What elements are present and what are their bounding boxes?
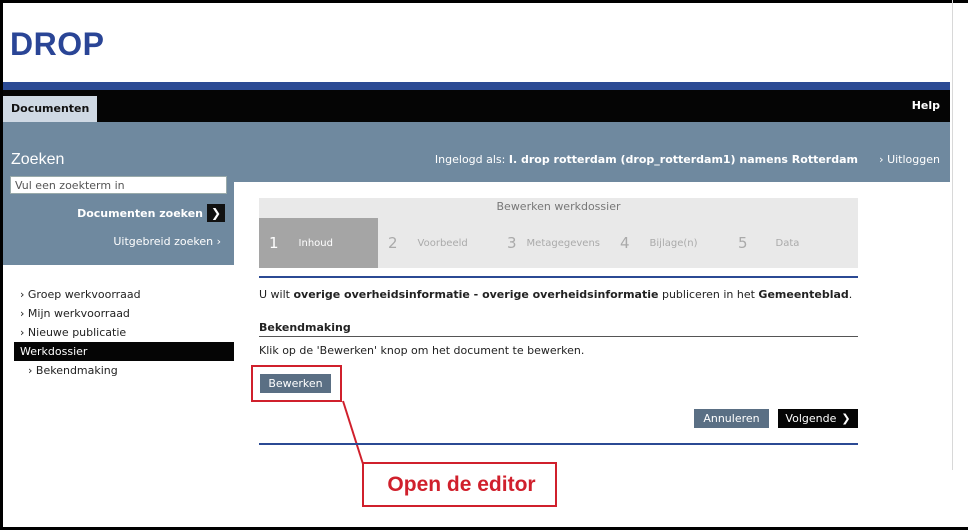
divider xyxy=(259,443,858,445)
annotation-connector xyxy=(342,400,364,465)
next-button[interactable]: Volgende ❯ xyxy=(778,409,858,428)
chevron-right-icon: ❯ xyxy=(841,412,851,425)
annotation-line xyxy=(342,400,364,465)
annotation-label: Open de editor xyxy=(387,473,536,496)
annotation-callout: Open de editor xyxy=(362,462,557,507)
next-button-label: Volgende xyxy=(785,412,837,425)
cancel-button[interactable]: Annuleren xyxy=(694,409,769,428)
